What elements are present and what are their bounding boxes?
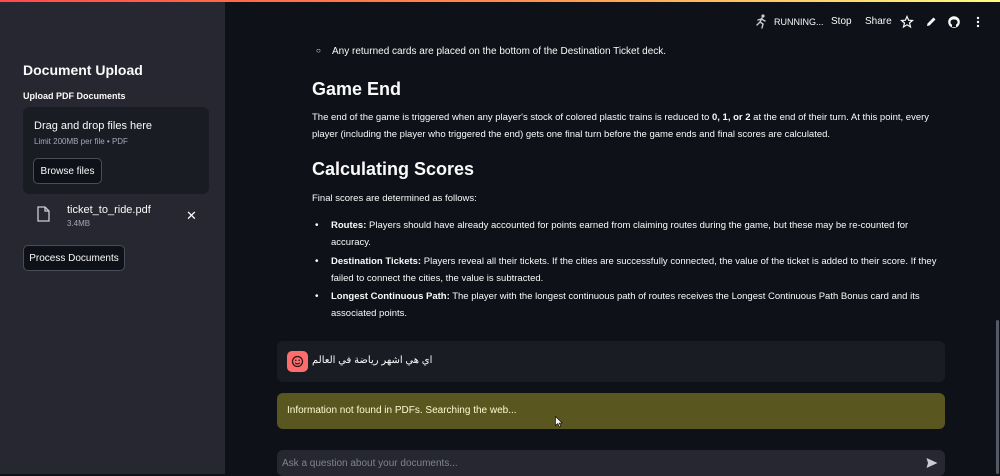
calculating-scores-heading: Calculating Scores xyxy=(312,159,475,179)
list-item: Destination Tickets: Players reveal all … xyxy=(312,253,947,287)
more-icon[interactable] xyxy=(971,15,985,29)
assistant-warning-message: Information not found in PDFs. Searching… xyxy=(277,393,945,429)
star-icon[interactable] xyxy=(900,15,914,29)
runner-icon xyxy=(756,14,766,29)
file-size: 3.4MB xyxy=(67,219,91,228)
scores-list: Routes: Players should have already acco… xyxy=(312,217,947,324)
user-message-text: اي هي اشهر رياضة في العالم xyxy=(312,355,433,366)
list-item: Routes: Players should have already acco… xyxy=(312,217,947,251)
file-name: ticket_to_ride.pdf xyxy=(67,204,151,216)
game-end-heading: Game End xyxy=(312,79,402,99)
dropzone-limit: Limit 200MB per file • PDF xyxy=(34,137,128,146)
uploaded-file: ticket_to_ride.pdf 3.4MB ✕ xyxy=(23,200,209,232)
stop-button[interactable]: Stop xyxy=(831,16,852,27)
sidebar: Document Upload Upload PDF Documents Dra… xyxy=(0,2,225,474)
user-avatar xyxy=(287,351,308,372)
dropzone-title: Drag and drop files here xyxy=(34,120,153,132)
user-chat-message: اي هي اشهر رياضة في العالم xyxy=(277,341,945,382)
close-icon[interactable]: ✕ xyxy=(186,208,197,224)
chat-input[interactable] xyxy=(282,456,902,470)
running-status: RUNNING... xyxy=(774,17,824,27)
pencil-icon[interactable] xyxy=(924,15,938,29)
file-icon xyxy=(37,206,50,222)
scrollbar[interactable] xyxy=(996,320,999,474)
chat-input-bar xyxy=(277,450,945,476)
process-documents-button[interactable]: Process Documents xyxy=(23,245,125,271)
github-icon[interactable] xyxy=(947,15,961,29)
sidebar-title: Document Upload xyxy=(23,62,143,78)
browse-files-button[interactable]: Browse files xyxy=(33,158,102,184)
send-icon[interactable] xyxy=(925,456,939,470)
list-item: Any returned cards are placed on the bot… xyxy=(316,46,666,57)
mouse-cursor-icon xyxy=(555,416,563,428)
list-item: Longest Continuous Path: The player with… xyxy=(312,288,947,322)
file-dropzone[interactable]: Drag and drop files here Limit 200MB per… xyxy=(23,107,209,194)
smiley-icon xyxy=(291,355,304,368)
game-end-paragraph: The end of the game is triggered when an… xyxy=(312,112,930,140)
upload-label: Upload PDF Documents xyxy=(23,91,126,101)
scores-intro: Final scores are determined as follows: xyxy=(312,193,477,204)
warning-text: Information not found in PDFs. Searching… xyxy=(287,405,517,416)
share-button[interactable]: Share xyxy=(865,16,892,27)
